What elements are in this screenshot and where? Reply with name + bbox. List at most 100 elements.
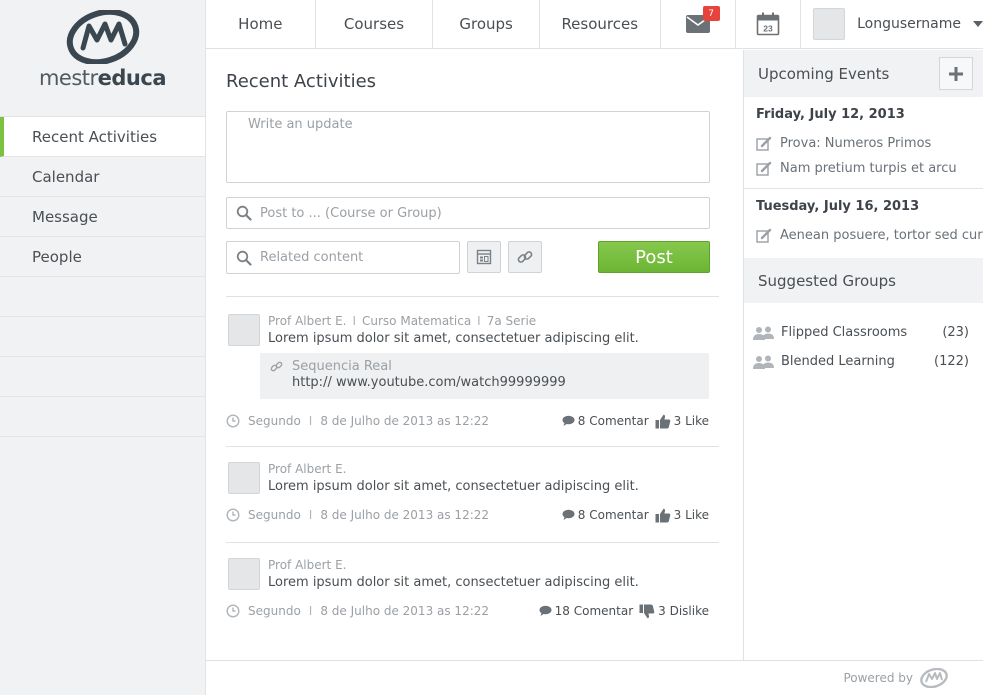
meta-separator: I [477, 314, 481, 328]
like-button[interactable]: 3 Like [674, 414, 709, 428]
feed-text: Lorem ipsum dolor sit amet, consectetuer… [268, 331, 639, 346]
link-icon [517, 251, 533, 263]
comment-button[interactable]: 8 Comentar [578, 508, 649, 522]
edit-icon [756, 136, 772, 151]
sidebar-item-message[interactable]: Message [0, 197, 205, 237]
attach-link-button[interactable] [508, 241, 542, 273]
post-to-placeholder: Post to ... (Course or Group) [260, 205, 442, 221]
comment-button[interactable]: 18 Comentar [555, 604, 633, 618]
post-button[interactable]: Post [598, 241, 710, 273]
chevron-down-icon [973, 21, 983, 27]
feed-attachment[interactable]: Sequencia Real http:// www.youtube.com/w… [260, 353, 709, 399]
event-group: Tuesday, July 16, 2013 Aenean posuere, t… [744, 189, 983, 248]
feed-divider [226, 296, 719, 297]
feed-grade[interactable]: 7a Serie [487, 314, 536, 328]
dislike-button[interactable]: 3 Dislike [658, 604, 709, 618]
nav-mail[interactable]: 7 [661, 0, 737, 48]
group-name: Blended Learning [781, 354, 895, 369]
user-menu[interactable]: Longusername [801, 0, 983, 48]
logo[interactable]: mestreduca [0, 0, 205, 116]
sidebar-item-calendar[interactable]: Calendar [0, 157, 205, 197]
main-content: Recent Activities Write an update Post t… [206, 50, 743, 660]
avatar[interactable] [228, 558, 260, 590]
group-count: (122) [934, 354, 969, 369]
avatar [813, 8, 846, 40]
event-item-label: Aenean posuere, tortor sed cur [780, 228, 983, 243]
event-item[interactable]: Aenean posuere, tortor sed cur [756, 223, 983, 248]
group-icon [753, 355, 774, 369]
powered-by-label: Powered by [843, 671, 913, 685]
sidebar-empty-row [0, 317, 205, 357]
feed-date: 8 de Julho de 2013 as 12:22 [320, 508, 490, 522]
sidebar-item-people[interactable]: People [0, 237, 205, 277]
event-date: Tuesday, July 16, 2013 [756, 199, 920, 214]
calendar-icon: 23 [756, 12, 780, 36]
nav-courses[interactable]: Courses [316, 0, 434, 48]
plus-icon [949, 66, 963, 81]
edit-icon [756, 161, 772, 176]
footer: Powered by [206, 660, 983, 695]
sidebar-empty-row [0, 357, 205, 397]
avatar[interactable] [228, 462, 260, 494]
feed-divider [226, 446, 719, 447]
feed-time-ago: Segundo [248, 414, 301, 428]
group-name: Flipped Classrooms [781, 325, 908, 340]
thumbs-down-icon [639, 604, 655, 618]
feed-text: Lorem ipsum dolor sit amet, consectetuer… [268, 575, 639, 590]
feed-author[interactable]: Prof Albert E. [268, 558, 346, 572]
feed-actions: 18 Comentar 3 Dislike [539, 604, 709, 619]
feed-text: Lorem ipsum dolor sit amet, consectetuer… [268, 479, 639, 494]
logo-mark-icon [66, 10, 139, 64]
nav-calendar[interactable]: 23 [736, 0, 802, 48]
event-item[interactable]: Prova: Numeros Primos [756, 131, 983, 156]
feed-author[interactable]: Prof Albert E. [268, 462, 346, 476]
event-item-label: Nam pretium turpis et arcu [780, 161, 957, 176]
event-date: Friday, July 12, 2013 [756, 107, 905, 122]
update-textarea[interactable]: Write an update [226, 111, 710, 183]
page-title: Recent Activities [226, 71, 377, 92]
meta-separator: I [308, 604, 313, 618]
logo-text: mestreduca [38, 66, 167, 90]
event-item[interactable]: Nam pretium turpis et arcu [756, 156, 983, 181]
related-content-placeholder: Related content [260, 250, 364, 265]
mail-badge: 7 [702, 6, 720, 21]
nav-groups[interactable]: Groups [433, 0, 540, 48]
feed-actions: 8 Comentar 3 Like [562, 414, 709, 429]
comment-icon [562, 415, 575, 426]
clock-icon [226, 604, 240, 618]
top-nav: Home Courses Groups Resources 7 23 Longu… [206, 0, 983, 49]
suggested-group-item[interactable]: Blended Learning (122) [744, 347, 983, 376]
post-to-input[interactable]: Post to ... (Course or Group) [226, 197, 710, 229]
feed-author[interactable]: Prof Albert E. [268, 314, 346, 328]
group-icon [753, 326, 774, 340]
feed-meta: Prof Albert E. [268, 462, 346, 476]
thumbs-up-icon [655, 508, 670, 522]
avatar[interactable] [228, 314, 260, 346]
nav-home[interactable]: Home [206, 0, 316, 48]
nav-resources[interactable]: Resources [540, 0, 661, 48]
thumbs-up-icon [655, 414, 670, 428]
feed-course[interactable]: Curso Matematica [362, 314, 471, 328]
suggested-group-item[interactable]: Flipped Classrooms (23) [744, 318, 983, 347]
sidebar-item-recent-activities[interactable]: Recent Activities [0, 117, 205, 157]
table-icon [476, 249, 492, 265]
related-content-input[interactable]: Related content [226, 241, 460, 274]
brand-mark-icon [920, 668, 948, 688]
feed-time-ago: Segundo [248, 604, 301, 618]
comment-button[interactable]: 8 Comentar [578, 414, 649, 428]
event-group: Friday, July 12, 2013 Prova: Numeros Pri… [744, 97, 983, 181]
logo-text-light: mestr [38, 66, 98, 90]
feed-item: Prof Albert E. Lorem ipsum dolor sit ame… [226, 462, 719, 542]
feed-time-ago: Segundo [248, 508, 301, 522]
feed-item: Prof Albert E. I Curso Matematica I 7a Serie… [226, 314, 719, 454]
attachment-url[interactable]: http:// www.youtube.com/watch99999999 [292, 375, 709, 390]
clock-icon [226, 508, 240, 522]
feed-meta: Prof Albert E. [268, 558, 346, 572]
app-root: mestreduca Recent Activities Calendar Me… [0, 0, 983, 695]
attach-table-button[interactable] [467, 241, 501, 273]
like-button[interactable]: 3 Like [674, 508, 709, 522]
add-event-button[interactable] [939, 57, 973, 90]
feed-date: 8 de Julho de 2013 as 12:22 [320, 604, 490, 618]
suggested-header: Suggested Groups [744, 258, 983, 303]
